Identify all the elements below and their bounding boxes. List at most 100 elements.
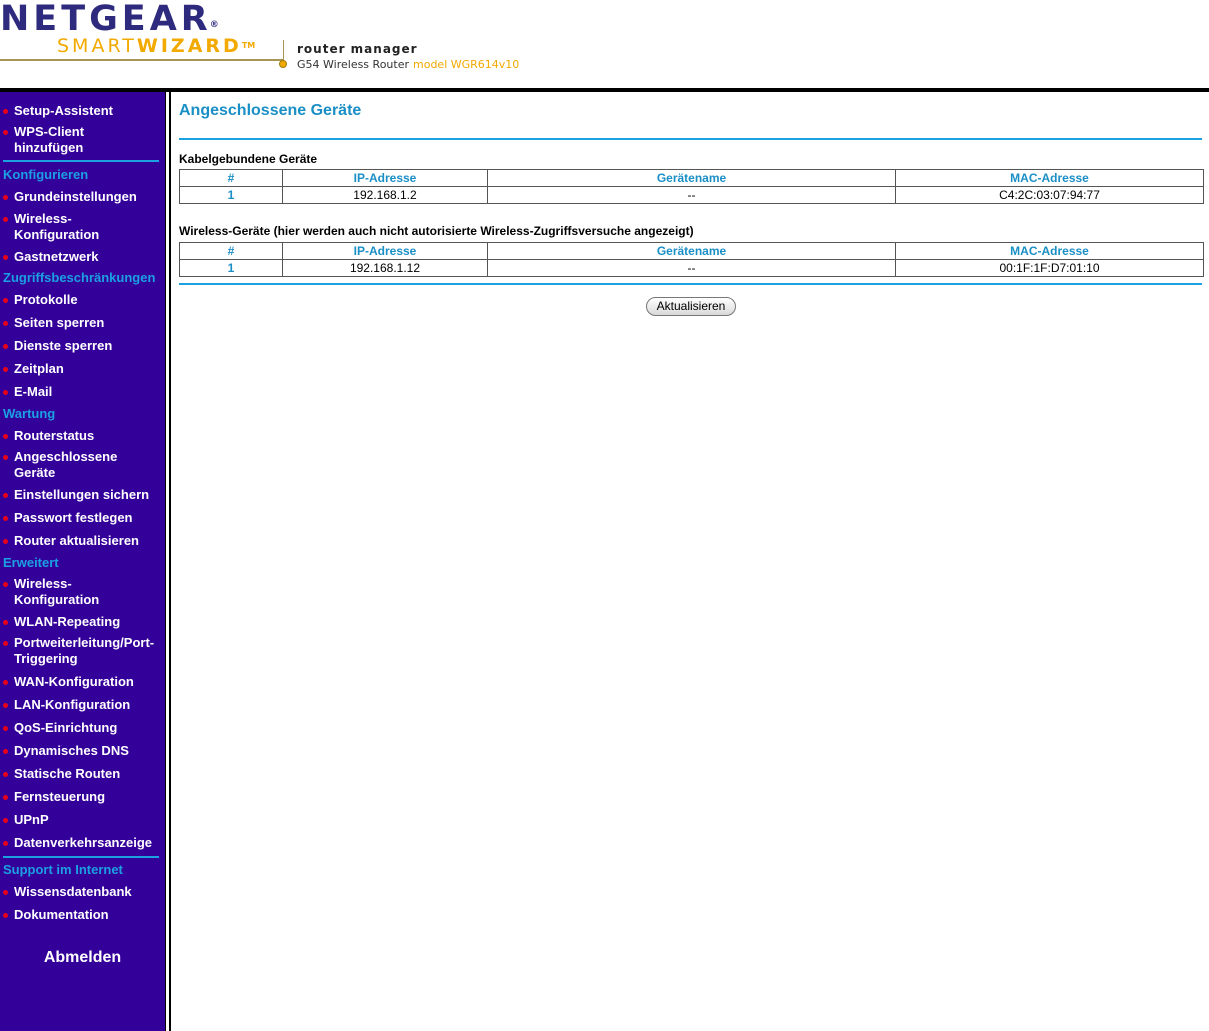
- wired-devices-table: # IP-Adresse Gerätename MAC-Adresse 1 19…: [179, 169, 1204, 204]
- bullet-icon: [3, 130, 8, 135]
- bullet-icon: [3, 321, 8, 326]
- bullet-icon: [3, 455, 8, 460]
- logo-divider: [283, 40, 284, 61]
- bullet-icon: [3, 195, 8, 200]
- sidebar-item-wlan-repeating[interactable]: WLAN-Repeating: [0, 614, 165, 630]
- bullet-icon: [3, 493, 8, 498]
- sidebar: Setup-Assistent WPS-Client hinzufügen Ko…: [0, 92, 165, 1031]
- device-model: model WGR614v10: [413, 58, 520, 71]
- bullet-icon: [3, 539, 8, 544]
- bullet-icon: [3, 795, 8, 800]
- sidebar-frame-border: [165, 92, 171, 1031]
- bullet-icon: [3, 390, 8, 395]
- bullet-icon: [3, 516, 8, 521]
- sidebar-item-email[interactable]: E-Mail: [0, 384, 165, 400]
- bullet-icon: [3, 641, 8, 646]
- column-header-mac: MAC-Adresse: [895, 169, 1204, 187]
- bullet-icon: [3, 344, 8, 349]
- row-device-name: --: [487, 259, 896, 277]
- bullet-icon: [3, 703, 8, 708]
- sidebar-separator: [3, 160, 159, 162]
- device-info: G54 Wireless Router model WGR614v10: [297, 58, 519, 71]
- sidebar-item-documentation[interactable]: Dokumentation: [0, 907, 165, 923]
- sidebar-item-wan-config[interactable]: WAN-Konfiguration: [0, 674, 165, 690]
- column-header-ip: IP-Adresse: [282, 169, 488, 187]
- logo-dot-icon: [279, 60, 287, 68]
- sidebar-item-schedule[interactable]: Zeitplan: [0, 361, 165, 377]
- sidebar-item-static-routes[interactable]: Statische Routen: [0, 766, 165, 782]
- sidebar-item-knowledge-base[interactable]: Wissensdatenbank: [0, 884, 165, 900]
- sidebar-item-router-status[interactable]: Routerstatus: [0, 428, 165, 444]
- sidebar-item-ddns[interactable]: Dynamisches DNS: [0, 743, 165, 759]
- sidebar-item-adv-wireless-config[interactable]: Wireless-Konfiguration: [0, 576, 110, 608]
- logout-link[interactable]: Abmelden: [0, 949, 165, 967]
- bullet-icon: [3, 434, 8, 439]
- row-index: 1: [179, 259, 283, 277]
- column-header-ip: IP-Adresse: [282, 242, 488, 260]
- bullet-icon: [3, 890, 8, 895]
- sidebar-item-attached-devices[interactable]: Angeschlossene Geräte: [0, 449, 130, 481]
- section-divider: [179, 283, 1202, 285]
- table-header-row: # IP-Adresse Gerätename MAC-Adresse: [179, 242, 1204, 260]
- sidebar-item-lan-config[interactable]: LAN-Konfiguration: [0, 697, 165, 713]
- bullet-icon: [3, 255, 8, 260]
- page-title: Angeschlossene Geräte: [179, 102, 362, 119]
- sidebar-item-remote-mgmt[interactable]: Fernsteuerung: [0, 789, 165, 805]
- row-index: 1: [179, 186, 283, 204]
- device-name: G54 Wireless Router: [297, 58, 409, 71]
- sidebar-item-port-forwarding[interactable]: Portweiterleitung/Port-Triggering: [0, 635, 165, 667]
- sidebar-item-block-sites[interactable]: Seiten sperren: [0, 315, 165, 331]
- sidebar-heading-advanced: Erweitert: [3, 555, 59, 570]
- sidebar-item-block-services[interactable]: Dienste sperren: [0, 338, 165, 354]
- bullet-icon: [3, 818, 8, 823]
- row-ip: 192.168.1.12: [282, 259, 488, 277]
- wireless-devices-table: # IP-Adresse Gerätename MAC-Adresse 1 19…: [179, 242, 1204, 277]
- header: NETGEAR® SMARTWIZARDTM router manager G5…: [0, 0, 1209, 92]
- bullet-icon: [3, 841, 8, 846]
- sidebar-item-guest-network[interactable]: Gastnetzwerk: [0, 249, 165, 265]
- bullet-icon: [3, 680, 8, 685]
- smartwizard-logo: SMARTWIZARDTM: [57, 35, 256, 57]
- sidebar-item-backup-settings[interactable]: Einstellungen sichern: [0, 487, 165, 503]
- sidebar-heading-configure: Konfigurieren: [3, 167, 89, 182]
- table-header-row: # IP-Adresse Gerätename MAC-Adresse: [179, 169, 1204, 187]
- registered-mark: ®: [209, 20, 219, 30]
- sidebar-item-upnp[interactable]: UPnP: [0, 812, 165, 828]
- sidebar-item-wps-client[interactable]: WPS-Client hinzufügen: [0, 124, 100, 156]
- bullet-icon: [3, 298, 8, 303]
- sidebar-item-set-password[interactable]: Passwort festlegen: [0, 510, 165, 526]
- wired-section-title: Kabelgebundene Geräte: [179, 152, 318, 166]
- row-mac: 00:1F:1F:D7:01:10: [895, 259, 1204, 277]
- row-device-name: --: [487, 186, 896, 204]
- bullet-icon: [3, 726, 8, 731]
- sidebar-separator: [3, 856, 159, 858]
- bullet-icon: [3, 749, 8, 754]
- column-header-mac: MAC-Adresse: [895, 242, 1204, 260]
- column-header-device-name: Gerätename: [487, 169, 896, 187]
- bullet-icon: [3, 772, 8, 777]
- bullet-icon: [3, 367, 8, 372]
- row-mac: C4:2C:03:07:94:77: [895, 186, 1204, 204]
- main-content: Angeschlossene Geräte Kabelgebundene Ger…: [172, 92, 1209, 1031]
- sidebar-item-wireless-config[interactable]: Wireless-Konfiguration: [0, 211, 110, 243]
- sidebar-item-basic-settings[interactable]: Grundeinstellungen: [0, 189, 165, 205]
- column-header-index: #: [179, 169, 283, 187]
- sidebar-item-setup-assistant[interactable]: Setup-Assistent: [0, 103, 165, 119]
- sidebar-item-router-upgrade[interactable]: Router aktualisieren: [0, 533, 165, 549]
- section-divider: [179, 138, 1202, 140]
- sidebar-item-traffic-meter[interactable]: Datenverkehrsanzeige: [0, 835, 165, 851]
- sidebar-heading-support: Support im Internet: [3, 862, 123, 877]
- wireless-section-title: Wireless-Geräte (hier werden auch nicht …: [179, 224, 694, 238]
- sidebar-item-logs[interactable]: Protokolle: [0, 292, 165, 308]
- app-title: router manager: [297, 42, 418, 56]
- bullet-icon: [3, 582, 8, 587]
- sidebar-heading-maintenance: Wartung: [3, 406, 56, 421]
- column-header-index: #: [179, 242, 283, 260]
- bullet-icon: [3, 109, 8, 114]
- sidebar-item-qos[interactable]: QoS-Einrichtung: [0, 720, 165, 736]
- sidebar-heading-access: Zugriffsbeschränkungen: [3, 270, 156, 285]
- bullet-icon: [3, 620, 8, 625]
- refresh-button[interactable]: Aktualisieren: [646, 297, 736, 316]
- bullet-icon: [3, 217, 8, 222]
- table-row: 1 192.168.1.2 -- C4:2C:03:07:94:77: [179, 186, 1204, 204]
